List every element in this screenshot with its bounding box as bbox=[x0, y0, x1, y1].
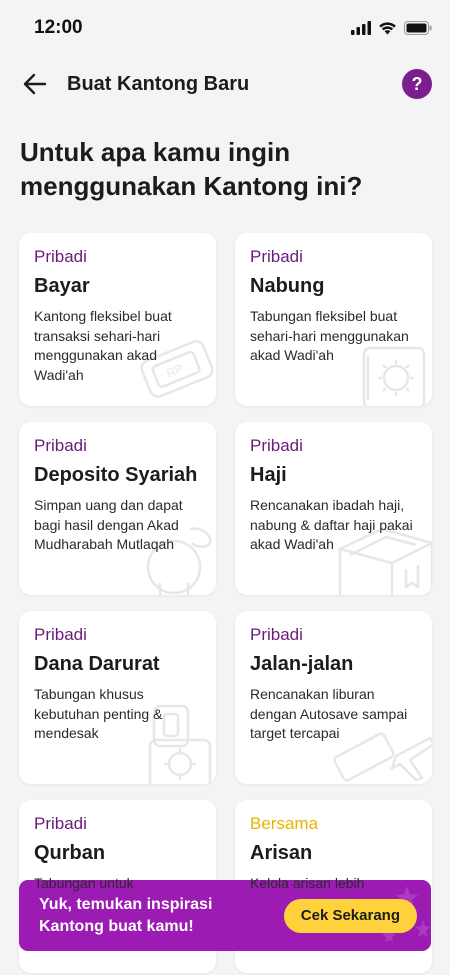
card-title: Dana Darurat bbox=[34, 653, 160, 675]
kantong-card-deposito-syariah[interactable]: Pribadi Deposito Syariah Simpan uang dan… bbox=[19, 422, 216, 595]
battery-icon bbox=[404, 21, 432, 35]
kantong-type-grid: Pribadi Bayar Kantong fleksibel buat tra… bbox=[0, 212, 450, 973]
card-title: Nabung bbox=[250, 275, 325, 297]
card-description: Rencanakan ibadah haji, nabung & daftar … bbox=[250, 497, 413, 552]
card-category: Pribadi bbox=[250, 625, 303, 644]
back-button[interactable] bbox=[20, 69, 50, 99]
banner-text: Yuk, temukan inspirasi Kantong buat kamu… bbox=[39, 894, 284, 938]
status-bar: 12:00 bbox=[0, 0, 450, 56]
card-description: Rencanakan liburan dengan Autosave sampa… bbox=[250, 686, 408, 741]
card-category: Pribadi bbox=[34, 247, 87, 266]
app-header: Buat Kantong Baru ? bbox=[0, 56, 450, 112]
kantong-card-jalan-jalan[interactable]: Pribadi Jalan-jalan Rencanakan liburan d… bbox=[235, 611, 432, 784]
card-description: Tabungan khusus kebutuhan penting & mend… bbox=[34, 686, 163, 741]
status-icons bbox=[351, 21, 432, 35]
kantong-card-nabung[interactable]: Pribadi Nabung Tabungan fleksibel buat s… bbox=[235, 233, 432, 406]
banner-line-1: Yuk, temukan inspirasi bbox=[39, 895, 213, 913]
question-line-2: menggunakan Kantong ini? bbox=[20, 171, 363, 201]
page-question: Untuk apa kamu ingin menggunakan Kantong… bbox=[0, 112, 450, 212]
help-button[interactable]: ? bbox=[402, 69, 432, 99]
card-title: Haji bbox=[250, 464, 287, 486]
kantong-card-dana-darurat[interactable]: Pribadi Dana Darurat Tabungan khusus keb… bbox=[19, 611, 216, 784]
question-line-1: Untuk apa kamu ingin bbox=[20, 137, 291, 167]
arrow-left-icon bbox=[23, 73, 47, 95]
card-category: Pribadi bbox=[34, 814, 87, 833]
card-category: Pribadi bbox=[250, 436, 303, 455]
card-description: Simpan uang dan dapat bagi hasil dengan … bbox=[34, 497, 183, 552]
card-description: Tabungan fleksibel buat sehari-hari meng… bbox=[250, 308, 409, 363]
page-title: Buat Kantong Baru bbox=[67, 72, 250, 95]
card-title: Jalan-jalan bbox=[250, 653, 354, 675]
card-category: Pribadi bbox=[250, 247, 303, 266]
card-category: Pribadi bbox=[34, 436, 87, 455]
card-title: Qurban bbox=[34, 842, 106, 864]
question-mark-icon: ? bbox=[411, 73, 423, 94]
cek-sekarang-button[interactable]: Cek Sekarang bbox=[283, 898, 417, 933]
card-title: Deposito Syariah bbox=[34, 464, 198, 486]
card-title: Arisan bbox=[250, 842, 313, 864]
card-description: Tabungan untuk bbox=[34, 875, 134, 891]
signal-icon bbox=[351, 21, 371, 35]
banner-line-2: Kantong buat kamu! bbox=[39, 917, 194, 935]
kantong-card-haji[interactable]: Pribadi Haji Rencanakan ibadah haji, nab… bbox=[235, 422, 432, 595]
kantong-card-bayar[interactable]: Pribadi Bayar Kantong fleksibel buat tra… bbox=[19, 233, 216, 406]
card-category: Bersama bbox=[250, 814, 319, 833]
card-category: Pribadi bbox=[34, 625, 87, 644]
card-title: Bayar bbox=[34, 275, 90, 297]
wifi-icon bbox=[379, 22, 396, 35]
card-description: Kantong fleksibel buat transaksi sehari-… bbox=[34, 308, 172, 383]
card-description: Kelola arisan lebih bbox=[250, 875, 365, 891]
status-time: 12:00 bbox=[34, 17, 83, 38]
